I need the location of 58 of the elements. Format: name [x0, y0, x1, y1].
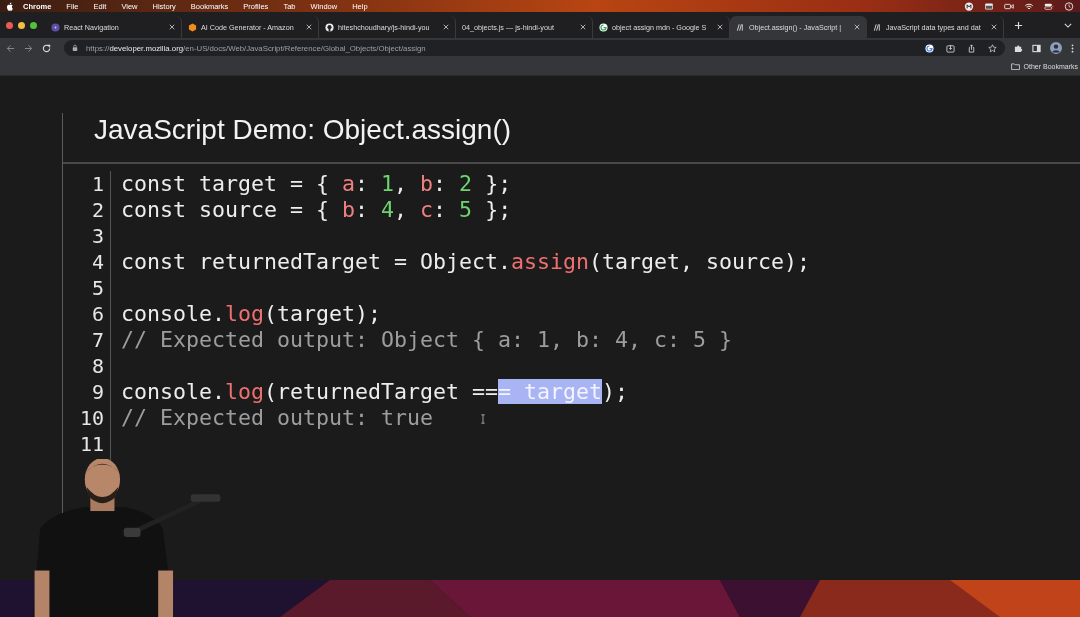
folder-icon — [1010, 63, 1020, 70]
zoom-window-button[interactable] — [30, 21, 37, 29]
code-line: // Expected output: true — [121, 405, 433, 430]
line-number: 3 — [91, 223, 104, 249]
close-icon[interactable] — [991, 24, 997, 30]
video-camera-icon[interactable] — [1004, 1, 1014, 11]
google-icon — [599, 22, 608, 32]
install-icon[interactable] — [946, 43, 955, 53]
new-tab-icon[interactable] — [1014, 20, 1023, 30]
close-icon[interactable] — [580, 24, 586, 30]
hexagon-icon — [188, 22, 197, 32]
code-line: // Expected output: Object { a: 1, b: 4, c: 5 } — [121, 327, 733, 352]
clock-icon[interactable] — [1064, 1, 1074, 11]
octocat-icon — [325, 22, 334, 32]
reload-icon[interactable] — [42, 43, 51, 53]
line-number: 9 — [91, 379, 104, 405]
apple-logo-icon[interactable] — [6, 1, 13, 11]
line-number: 6 — [91, 301, 104, 327]
back-arrow-icon[interactable] — [6, 43, 15, 53]
text-cursor-icon — [480, 414, 486, 424]
code-line: const target = { a: 1, b: 2 }; — [121, 171, 512, 196]
close-icon[interactable] — [169, 24, 175, 30]
puzzle-piece-icon[interactable] — [1014, 43, 1023, 53]
line-number: 10 — [79, 405, 104, 431]
code-line: console.log(returnedTarget === target); — [121, 379, 629, 404]
code-line: console.log(target); — [121, 301, 382, 326]
chevron-down-icon[interactable] — [1064, 22, 1072, 28]
line-number: 11 — [79, 431, 104, 457]
line-number: 7 — [91, 327, 104, 353]
close-icon[interactable] — [443, 24, 449, 30]
line-number: 5 — [91, 275, 104, 301]
line-number: 2 — [91, 197, 104, 223]
close-icon[interactable] — [854, 24, 860, 30]
mdn-logo-icon — [873, 22, 882, 32]
sidebar-icon[interactable] — [1032, 43, 1041, 53]
wifi-icon[interactable] — [1024, 1, 1034, 11]
close-icon[interactable] — [717, 24, 723, 30]
demo-title: JavaScript Demo: Object.assign() — [93, 113, 513, 147]
close-window-button[interactable] — [6, 21, 13, 29]
close-icon[interactable] — [306, 24, 312, 30]
google-icon[interactable] — [925, 43, 934, 53]
control-center-icon[interactable] — [1044, 1, 1054, 11]
forward-arrow-icon[interactable] — [24, 43, 33, 53]
lock-icon[interactable] — [72, 44, 78, 52]
line-number: 4 — [91, 249, 104, 275]
window-icon[interactable] — [984, 1, 994, 11]
more-menu-icon[interactable] — [1071, 43, 1074, 53]
code-line: const source = { b: 4, c: 5 }; — [121, 197, 512, 222]
code-line: const returnedTarget = Object.assign(target, source); — [121, 249, 811, 274]
minimize-window-button[interactable] — [18, 21, 25, 29]
share-icon[interactable] — [967, 43, 976, 53]
atom-icon — [51, 22, 60, 32]
mdn-logo-icon — [736, 22, 745, 32]
line-number: 8 — [91, 353, 104, 379]
m-circle-icon[interactable] — [964, 1, 974, 11]
avatar-icon[interactable] — [1050, 42, 1062, 54]
star-icon[interactable] — [988, 43, 997, 53]
line-number: 1 — [91, 171, 104, 197]
